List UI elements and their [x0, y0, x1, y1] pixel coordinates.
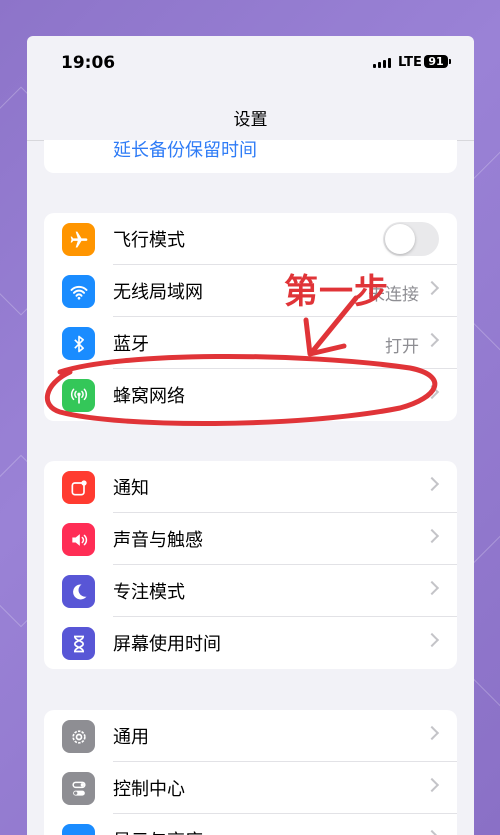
airplane-mode-label: 飞行模式 [113, 230, 185, 251]
general-row[interactable]: 通用 [44, 710, 457, 762]
sound-icon [62, 523, 95, 556]
chevron-right-icon [424, 829, 440, 835]
airplane-mode-toggle[interactable] [383, 222, 439, 256]
wifi-icon [62, 275, 95, 308]
notifications-row[interactable]: 通知 [44, 461, 457, 513]
chevron-right-icon [424, 280, 440, 296]
connectivity-group: 飞行模式 无线局域网 未连接 蓝牙 打开 蜂窝网络 [44, 213, 457, 421]
extend-backup-link[interactable]: 延长备份保留时间 [113, 140, 257, 162]
navigation-bar: 设置 [27, 88, 474, 141]
cellular-row[interactable]: 蜂窝网络 [44, 369, 457, 421]
cellular-icon [62, 379, 95, 412]
wifi-status: 未连接 [368, 285, 419, 305]
switches-icon [62, 772, 95, 805]
page-title: 设置 [233, 110, 268, 130]
chevron-right-icon [424, 725, 440, 741]
cellular-label: 蜂窝网络 [113, 386, 185, 407]
chevron-right-icon [424, 632, 440, 648]
notification-icon [62, 471, 95, 504]
chevron-right-icon [424, 777, 440, 793]
notifications-group: 通知 声音与触感 专注模式 屏幕使用时间 [44, 461, 457, 669]
chevron-right-icon [424, 476, 440, 492]
display-row[interactable]: 显示与亮度 [44, 814, 457, 835]
signal-icon [373, 58, 391, 68]
status-time: 19:06 [61, 53, 116, 73]
backup-group: 延长备份保留时间 [44, 140, 457, 173]
display-label: 显示与亮度 [113, 827, 203, 835]
sound-row[interactable]: 声音与触感 [44, 513, 457, 565]
network-label: LTE [398, 55, 422, 70]
focus-row[interactable]: 专注模式 [44, 565, 457, 617]
hourglass-icon [62, 627, 95, 660]
chevron-right-icon [424, 384, 440, 400]
chevron-right-icon [424, 580, 440, 596]
battery-icon: 91 [424, 55, 451, 68]
bluetooth-row[interactable]: 蓝牙 打开 [44, 317, 457, 369]
focus-label: 专注模式 [113, 582, 185, 603]
airplane-icon [62, 223, 95, 256]
general-group: 通用 控制中心 显示与亮度 [44, 710, 457, 835]
chevron-right-icon [424, 528, 440, 544]
sound-label: 声音与触感 [113, 530, 203, 551]
airplane-mode-row[interactable]: 飞行模式 [44, 213, 457, 265]
bluetooth-status: 打开 [385, 337, 419, 357]
general-label: 通用 [113, 727, 149, 748]
wifi-label: 无线局域网 [113, 282, 203, 303]
screen-time-row[interactable]: 屏幕使用时间 [44, 617, 457, 669]
status-bar: 19:06 LTE 91 [27, 36, 474, 88]
chevron-right-icon [424, 332, 440, 348]
control-center-label: 控制中心 [113, 779, 185, 800]
settings-screen: 19:06 LTE 91 设置 延长备份保留时间 飞行模式 无线局域网 未连接 [27, 36, 474, 835]
control-center-row[interactable]: 控制中心 [44, 762, 457, 814]
notifications-label: 通知 [113, 478, 149, 499]
brightness-icon [62, 824, 95, 835]
gear-icon [62, 720, 95, 753]
bluetooth-icon [62, 327, 95, 360]
wifi-row[interactable]: 无线局域网 未连接 [44, 265, 457, 317]
screen-time-label: 屏幕使用时间 [113, 634, 221, 655]
moon-icon [62, 575, 95, 608]
bluetooth-label: 蓝牙 [113, 334, 149, 355]
